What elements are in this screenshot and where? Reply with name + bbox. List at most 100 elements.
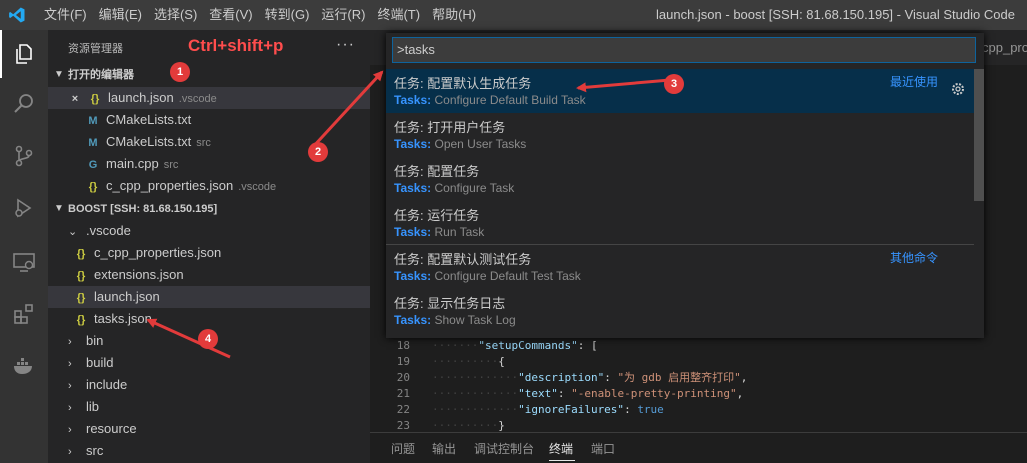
source-control-icon[interactable] [12, 144, 36, 168]
tree-item[interactable]: › build [48, 352, 370, 374]
open-editor-item[interactable]: × {} launch.json .vscode [48, 87, 370, 109]
tree-item-label: extensions.json [94, 267, 184, 282]
gear-icon[interactable] [950, 81, 966, 97]
docker-icon[interactable] [12, 354, 36, 378]
file-path-hint: .vscode [178, 93, 217, 105]
tree-item[interactable]: › include [48, 374, 370, 396]
title-bar: 文件(F) 编辑(E) 选择(S) 查看(V) 转到(G) 运行(R) 终端(T) 帮助(H)… [0, 0, 1027, 30]
command-item[interactable]: 任务: 打开用户任务 Tasks: Open User Tasks [386, 113, 974, 157]
command-title: 任务: 配置任务 [394, 164, 480, 179]
palette-scrollbar[interactable] [974, 69, 984, 201]
more-actions-icon[interactable]: ··· [336, 36, 355, 54]
command-item[interactable]: 任务: 运行任务 Tasks: Run Task [386, 201, 974, 245]
panel-tab[interactable]: 输出 [432, 440, 456, 457]
chevron-right-icon: › [68, 446, 72, 458]
code-token: : [604, 371, 618, 384]
code-line[interactable]: 22 ·············"ignoreFailures": true [370, 402, 1027, 418]
tree-item[interactable]: {} launch.json [48, 286, 370, 308]
indent-guide: ············· [432, 387, 519, 400]
code-text: ·······"setupCommands": [ [432, 338, 598, 354]
command-english: Show Task Log [434, 313, 516, 327]
line-number: 18 [396, 339, 410, 352]
code-line[interactable]: 20 ·············"description": "为 gdb 启用整… [370, 370, 1027, 386]
run-debug-icon[interactable] [12, 196, 36, 220]
tree-item[interactable]: {} tasks.json [48, 308, 370, 330]
code-token: "description" [518, 371, 605, 384]
command-palette-input[interactable]: >tasks [392, 37, 976, 63]
command-category: Tasks: [394, 93, 432, 107]
tree-item[interactable]: › resource [48, 418, 370, 440]
tree-item[interactable]: › src [48, 440, 370, 462]
command-item[interactable]: 任务: 配置默认测试任务 Tasks: Configure Default Tes… [386, 245, 974, 289]
remote-explorer-icon[interactable] [12, 250, 36, 274]
command-category: Tasks: [394, 269, 432, 283]
menu-item[interactable]: 运行(R) [321, 0, 373, 30]
tree-item[interactable]: {} extensions.json [48, 264, 370, 286]
code-token: : [624, 403, 638, 416]
code-line[interactable]: 18 ·······"setupCommands": [ [370, 338, 1027, 354]
menu-item[interactable]: 文件(F) [44, 0, 95, 30]
panel-tab[interactable]: 问题 [391, 440, 415, 457]
open-editors-header[interactable]: ▼ 打开的编辑器 [48, 64, 370, 86]
command-detail: Tasks: Open User Tasks [394, 137, 526, 151]
editor-tab-partial[interactable]: cpp_prope [982, 30, 1027, 65]
workspace-header[interactable]: ▼ BOOST [SSH: 81.68.150.195] [48, 198, 370, 220]
chevron-down-icon: ▼ [54, 69, 64, 80]
activity-bar [0, 30, 48, 463]
code-token: "setupCommands" [478, 339, 578, 352]
panel-tab[interactable]: 端口 [591, 440, 615, 457]
command-title: 任务: 配置默认生成任务 [394, 76, 532, 91]
command-group-label: 最近使用 [890, 75, 939, 89]
tree-item[interactable]: › lib [48, 396, 370, 418]
tree-item[interactable]: {} c_cpp_properties.json [48, 242, 370, 264]
line-number: 22 [396, 403, 410, 416]
json-icon: {} [90, 93, 100, 105]
menu-item[interactable]: 终端(T) [377, 0, 428, 30]
file-name: CMakeLists.txt [106, 112, 192, 127]
code-text: ·············"description": "为 gdb 启用整齐打… [432, 370, 747, 386]
code-line[interactable]: 19 ··········{ [370, 354, 1027, 370]
command-item[interactable]: 任务: 配置任务 Tasks: Configure Task [386, 157, 974, 201]
command-title: 任务: 显示任务日志 [394, 296, 506, 311]
tree-item-label: c_cpp_properties.json [94, 245, 222, 260]
open-editor-item[interactable]: {} c_cpp_properties.json .vscode [48, 175, 370, 197]
line-number: 20 [396, 371, 410, 384]
sidebar-title: 资源管理器 [68, 43, 123, 55]
close-icon[interactable]: × [68, 88, 82, 110]
menu-item[interactable]: 转到(G) [265, 0, 318, 30]
code-text: ··········{ [432, 354, 505, 370]
menu-item[interactable]: 编辑(E) [99, 0, 150, 30]
extensions-icon[interactable] [12, 302, 36, 326]
code-line[interactable]: 21 ·············"text": "-enable-pretty-p… [370, 386, 1027, 402]
tree-item[interactable]: ⌄ .vscode [48, 220, 370, 242]
json-icon: {} [76, 270, 86, 282]
json-icon: {} [76, 314, 86, 326]
command-item[interactable]: 任务: 显示任务日志 Tasks: Show Task Log [386, 289, 974, 333]
menu-item[interactable]: 选择(S) [154, 0, 205, 30]
command-detail: Tasks: Run Task [394, 225, 484, 239]
tree-item-label: .vscode [86, 223, 131, 238]
file-name: c_cpp_properties.json [106, 178, 234, 193]
open-editor-item[interactable]: M CMakeLists.txt [48, 109, 370, 131]
panel-tab[interactable]: 调试控制台 [474, 440, 534, 457]
command-category: Tasks: [394, 137, 432, 151]
active-indicator [0, 30, 2, 78]
menu-item[interactable]: 查看(V) [209, 0, 260, 30]
search-icon[interactable] [12, 92, 36, 116]
indent-guide: ·········· [432, 355, 499, 368]
command-title: 任务: 打开用户任务 [394, 120, 506, 135]
command-english: Configure Default Test Task [434, 269, 581, 283]
json-icon: {} [76, 292, 86, 304]
cmake-icon: M [88, 137, 98, 149]
explorer-icon[interactable] [12, 42, 36, 66]
tree-item-label: bin [86, 333, 104, 348]
panel-tab[interactable]: 终端 [549, 440, 573, 457]
indent-guide: ······· [432, 339, 479, 352]
command-palette: >tasks 任务: 配置默认生成任务 Tasks: Configure Defa… [386, 33, 984, 338]
menu-item[interactable]: 帮助(H) [432, 0, 484, 30]
chevron-right-icon: › [68, 358, 72, 370]
cmake-icon: M [88, 115, 98, 127]
indent-guide: ············· [432, 371, 519, 384]
shortcut-annotation: Ctrl+shift+p [188, 36, 284, 55]
cpp-icon: G [88, 159, 98, 171]
